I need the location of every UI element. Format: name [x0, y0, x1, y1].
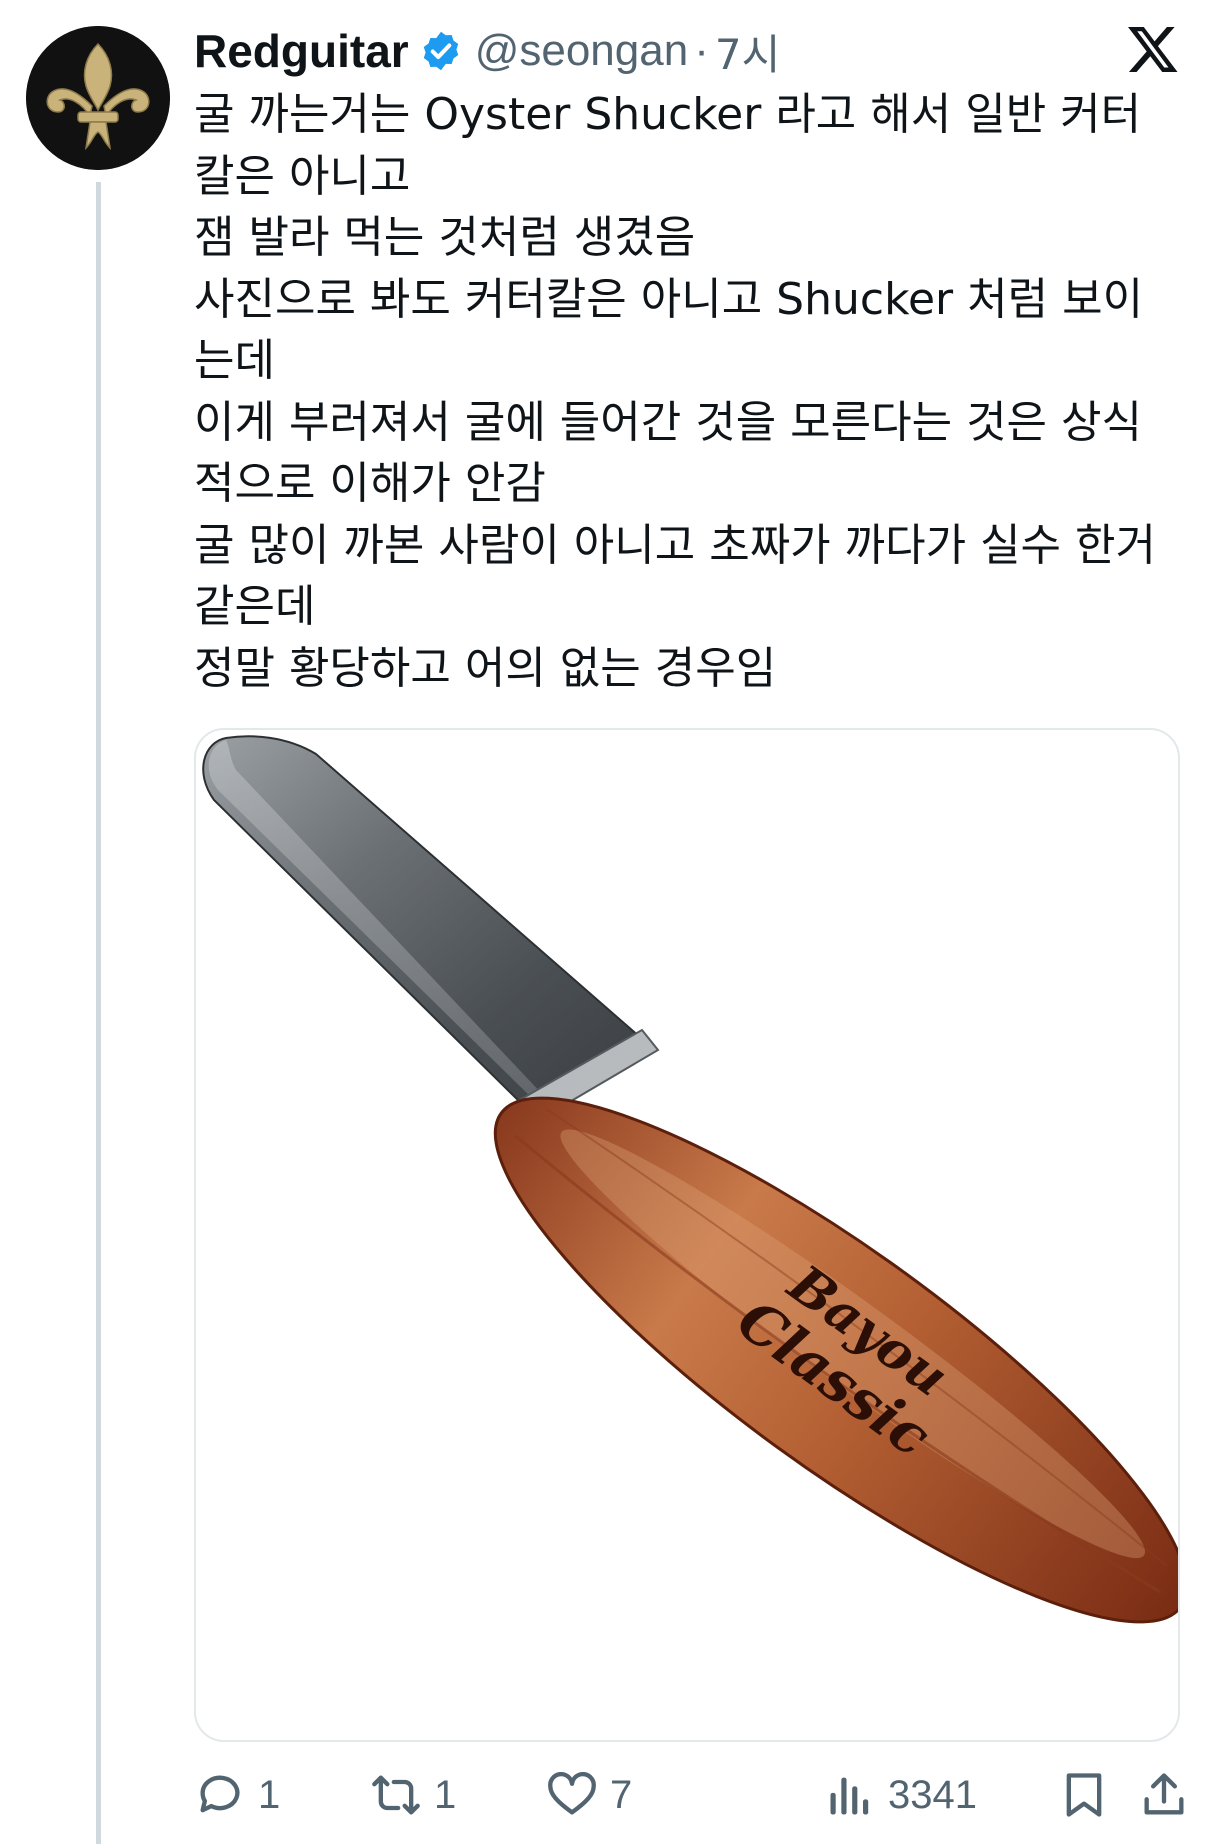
header-separator: · [694, 26, 709, 75]
reply-icon [200, 1775, 240, 1813]
tweet-header: Redguitar @seongan · 7시 [194, 18, 780, 84]
heart-icon [548, 1771, 596, 1815]
tweet-line: 칼은 아니고 [194, 150, 411, 202]
tweet-line: 같은데 [194, 581, 316, 632]
views-icon [830, 1777, 869, 1815]
bookmark-button[interactable] [1058, 1762, 1110, 1828]
tweet-line: 굴 까는거는 Oyster Shucker 라고 해서 일반 커터 [194, 89, 1142, 140]
like-button[interactable]: 7 [546, 1762, 632, 1828]
share-button[interactable] [1138, 1762, 1190, 1828]
share-icon [1144, 1773, 1184, 1815]
reply-count: 1 [258, 1772, 281, 1817]
repost-count: 1 [434, 1772, 457, 1817]
tweet-line: 정말 황당하고 어의 없는 경우임 [194, 642, 777, 694]
views-button[interactable]: 3341 [824, 1762, 977, 1828]
author-avatar[interactable] [26, 26, 170, 170]
tweet-line: 굴 많이 까본 사람이 아니고 초짜가 까다가 실수 한거 [194, 519, 1156, 571]
tweet-line: 적으로 이해가 안감 [194, 458, 546, 509]
x-logo-icon[interactable] [1126, 22, 1180, 76]
tweet-line: 사진으로 봐도 커터칼은 아니고 Shucker 처럼 보이 [194, 273, 1144, 325]
thread-line [96, 182, 101, 1844]
tweet-media-image[interactable]: Bayou Classic [194, 728, 1180, 1742]
tweet-line: 는데 [194, 335, 275, 386]
bookmark-icon [1066, 1773, 1102, 1817]
verified-badge-icon [423, 31, 458, 71]
display-name[interactable]: Redguitar [194, 24, 409, 78]
like-count: 7 [610, 1772, 633, 1817]
repost-button[interactable]: 1 [370, 1762, 456, 1828]
author-handle[interactable]: @seongan [475, 26, 689, 76]
views-count: 3341 [888, 1772, 977, 1817]
post-time[interactable]: 7시 [715, 21, 780, 82]
repost-icon [372, 1775, 420, 1815]
tweet-action-bar: 1 1 7 3341 [194, 1762, 1184, 1828]
tweet-line: 이게 부러져서 굴에 들어간 것을 모른다는 것은 상식 [194, 396, 1142, 448]
oyster-knife-image: Bayou Classic [202, 735, 1178, 1624]
tweet-line: 잼 발라 먹는 것처럼 생겼음 [194, 212, 696, 263]
reply-button[interactable]: 1 [194, 1762, 280, 1828]
fleur-de-lis-icon [26, 26, 170, 170]
tweet-text: 굴 까는거는 Oyster Shucker 라고 해서 일반 커터 칼은 아니고… [194, 84, 1194, 699]
